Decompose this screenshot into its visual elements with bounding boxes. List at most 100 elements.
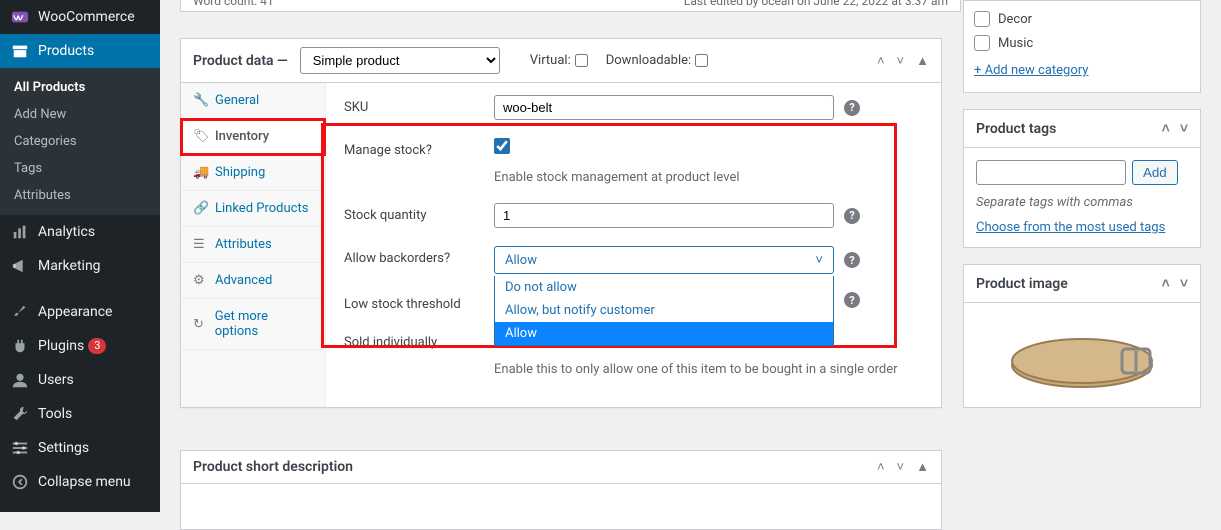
product-data-tabs: 🔧General 🏷Inventory 🚚Shipping 🔗Linked Pr…	[181, 83, 326, 407]
virtual-checkbox[interactable]	[575, 54, 588, 67]
right-sidebar: Decor Music + Add new category Product t…	[963, 0, 1201, 424]
help-icon[interactable]: ?	[844, 100, 860, 116]
sku-input[interactable]	[494, 95, 834, 120]
tab-general[interactable]: 🔧General	[181, 83, 325, 119]
stock-qty-input[interactable]	[494, 203, 834, 228]
editor-footer-strip: Word count: 41 Last edited by ocean on J…	[180, 0, 961, 12]
panel-down-icon[interactable]: ˅	[897, 53, 905, 69]
submenu-categories[interactable]: Categories	[0, 128, 160, 155]
help-icon[interactable]: ?	[844, 292, 860, 308]
manage-stock-desc: Enable stock management at product level	[494, 170, 740, 185]
gear-icon: ⚙	[193, 273, 207, 288]
sidebar-item-collapse[interactable]: Collapse menu	[0, 465, 160, 499]
add-tag-button[interactable]: Add	[1132, 160, 1178, 185]
category-music[interactable]: Music	[974, 31, 1190, 55]
tags-input[interactable]	[976, 160, 1126, 185]
sidebar-item-analytics[interactable]: Analytics	[0, 215, 160, 249]
virtual-option[interactable]: Virtual:	[530, 53, 588, 68]
sidebar-item-users[interactable]: Users	[0, 363, 160, 397]
manage-stock-label: Manage stock?	[344, 138, 494, 158]
help-icon[interactable]: ?	[844, 252, 860, 268]
panel-up-icon[interactable]: ˄	[1162, 120, 1170, 137]
category-decor[interactable]: Decor	[974, 7, 1190, 31]
backorders-selected[interactable]: Allow˅	[494, 246, 834, 274]
tab-advanced[interactable]: ⚙Advanced	[181, 263, 325, 299]
list-icon: ☰	[193, 237, 207, 252]
sidebar-label: Collapse menu	[38, 474, 131, 490]
refresh-icon: ↻	[193, 317, 207, 332]
backorders-option-allow[interactable]: Allow	[495, 322, 833, 345]
sku-label: SKU	[344, 95, 494, 115]
sidebar-label: Products	[38, 43, 94, 59]
submenu-add-new[interactable]: Add New	[0, 101, 160, 128]
sidebar-item-appearance[interactable]: Appearance	[0, 295, 160, 329]
short-description-panel: Product short description ˄ ˅ ▲ Add Medi…	[180, 450, 942, 530]
sidebar-label: Tools	[38, 406, 72, 422]
panel-up-icon[interactable]: ˄	[877, 53, 885, 69]
tag-icon: 🏷	[193, 129, 207, 144]
chart-icon	[10, 223, 30, 241]
sidebar-item-marketing[interactable]: Marketing	[0, 249, 160, 283]
tab-get-more[interactable]: ↻Get more options	[181, 299, 325, 350]
tab-inventory[interactable]: 🏷Inventory	[181, 119, 325, 155]
panel-down-icon[interactable]: ˅	[897, 459, 905, 475]
sidebar-item-plugins[interactable]: Plugins 3	[0, 329, 160, 363]
link-icon: 🔗	[193, 201, 207, 216]
checkbox-icon[interactable]	[974, 11, 990, 27]
backorders-option-do-not-allow[interactable]: Do not allow	[495, 276, 833, 299]
backorders-select[interactable]: Allow˅ Do not allow Allow, but notify cu…	[494, 246, 834, 274]
sidebar-label: Users	[38, 372, 74, 388]
panel-toggle-icon[interactable]: ▲	[916, 53, 929, 69]
tags-hint: Separate tags with commas	[976, 195, 1188, 210]
products-submenu: All Products Add New Categories Tags Att…	[0, 68, 160, 215]
megaphone-icon	[10, 257, 30, 275]
panel-down-icon[interactable]: ˅	[1180, 120, 1188, 137]
panel-down-icon[interactable]: ˅	[1180, 275, 1188, 292]
inventory-form: SKU ? Manage stock? Enable stock managem…	[326, 83, 941, 407]
panel-title: Product image	[976, 276, 1068, 292]
submenu-all-products[interactable]: All Products	[0, 74, 160, 101]
sidebar-item-settings[interactable]: Settings	[0, 431, 160, 465]
sliders-icon	[10, 439, 30, 457]
help-icon[interactable]: ?	[844, 208, 860, 224]
sidebar-item-products[interactable]: Products	[0, 34, 160, 68]
panel-title: Product short description	[193, 459, 353, 475]
panel-toggle-icon[interactable]: ▲	[916, 459, 929, 475]
tab-linked-products[interactable]: 🔗Linked Products	[181, 191, 325, 227]
product-tags-panel: Product tags ˄˅ Add Separate tags with c…	[963, 109, 1201, 248]
checkbox-icon[interactable]	[974, 35, 990, 51]
add-new-category-link[interactable]: + Add new category	[974, 63, 1088, 78]
sidebar-label: Settings	[38, 440, 89, 456]
plug-icon	[10, 337, 30, 355]
product-type-select[interactable]: Simple product	[300, 47, 500, 74]
chevron-down-icon: ˅	[815, 252, 823, 268]
collapse-icon	[10, 473, 30, 491]
truck-icon: 🚚	[193, 165, 207, 180]
brush-icon	[10, 303, 30, 321]
product-data-panel: Product data — Simple product Virtual: D…	[180, 38, 942, 408]
submenu-tags[interactable]: Tags	[0, 155, 160, 182]
product-image[interactable]	[964, 303, 1200, 407]
panel-title: Product data —	[193, 53, 288, 69]
submenu-attributes[interactable]: Attributes	[0, 182, 160, 209]
most-used-tags-link[interactable]: Choose from the most used tags	[976, 220, 1188, 235]
sidebar-label: Appearance	[38, 304, 112, 320]
user-icon	[10, 371, 30, 389]
manage-stock-checkbox[interactable]	[494, 138, 510, 154]
sidebar-item-tools[interactable]: Tools	[0, 397, 160, 431]
downloadable-option[interactable]: Downloadable:	[606, 53, 708, 68]
downloadable-checkbox[interactable]	[695, 54, 708, 67]
tab-attributes[interactable]: ☰Attributes	[181, 227, 325, 263]
panel-up-icon[interactable]: ˄	[877, 459, 885, 475]
plugins-badge: 3	[88, 338, 106, 354]
sold-individually-label: Sold individually	[344, 330, 494, 350]
categories-box: Decor Music + Add new category	[963, 0, 1201, 93]
wrench-icon	[10, 405, 30, 423]
sidebar-label: Marketing	[38, 258, 101, 274]
backorders-option-allow-notify[interactable]: Allow, but notify customer	[495, 299, 833, 322]
product-image-panel: Product image ˄ ˅	[963, 264, 1201, 408]
tab-shipping[interactable]: 🚚Shipping	[181, 155, 325, 191]
sold-individually-desc: Enable this to only allow one of this it…	[494, 362, 898, 377]
panel-up-icon[interactable]: ˄	[1162, 275, 1170, 292]
sidebar-item-woocommerce[interactable]: WooCommerce	[0, 0, 160, 34]
